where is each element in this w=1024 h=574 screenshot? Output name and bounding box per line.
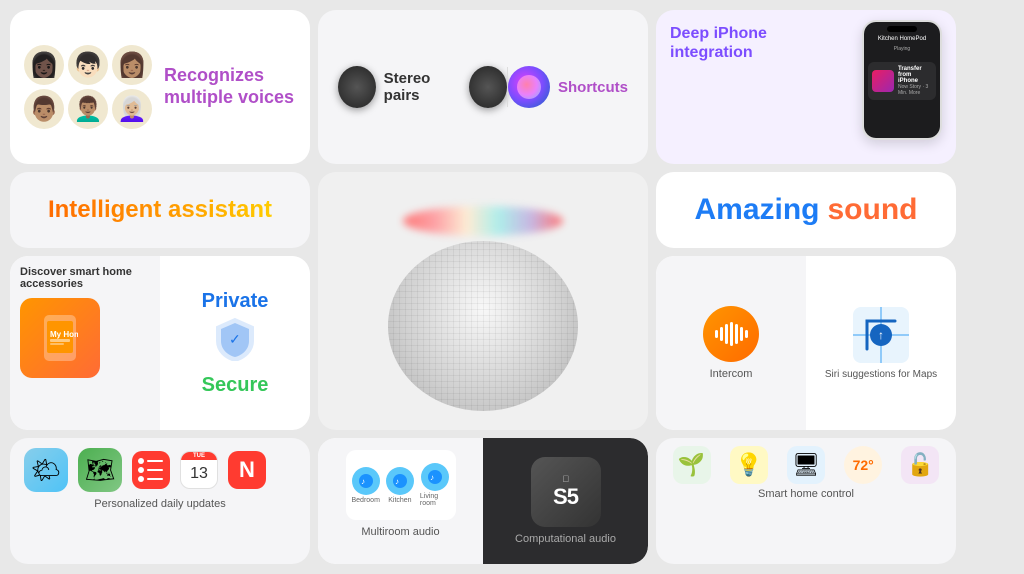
intercom-label: Intercom [710, 368, 753, 380]
smart-garden: 🌱 [673, 446, 711, 484]
private-title: Private [202, 290, 269, 313]
stereo-pairs-feature: Stereo pairs [338, 66, 507, 108]
waveform-icon [715, 322, 748, 346]
weather-icon: 🌤 [24, 448, 68, 492]
smart-home-label: Smart home control [666, 488, 946, 500]
smart-home-icons: 🌱 💡 🖥 72° 🔓 [666, 446, 946, 484]
card-top-features: Stereo pairs Shortcuts [318, 10, 648, 164]
amazing-word2: sound [828, 193, 918, 227]
card-amazing: Amazing sound [656, 172, 956, 248]
news-icon: N [228, 451, 266, 489]
svg-text:My Home: My Home [50, 330, 78, 339]
secure-label: Secure [202, 374, 269, 397]
intercom-icon [703, 306, 759, 362]
reminders-icon [132, 451, 170, 489]
s5-label: S5 [553, 484, 578, 510]
calendar-icon: TUE 13 [180, 451, 218, 489]
card-smart-home: 🌱 💡 🖥 72° 🔓 [656, 438, 956, 564]
shield-icon: ✓ [215, 317, 255, 370]
smart-lock: 🔓 [901, 446, 939, 484]
card-voices: 👩🏿 👦🏻 👩🏽 👨🏽 👨🏽‍🦱 👩🏼‍🦳 Recognizes multipl… [10, 10, 310, 164]
svg-text:♪: ♪ [361, 477, 365, 486]
stereo-pairs-label: Stereo pairs [384, 70, 462, 104]
thermostat-icon: 72° [844, 446, 882, 484]
card-multiroom-computational: ♪ Bedroom ♪ Kitchen ♪ Living room [318, 438, 648, 564]
homepod-mini-icon-1 [338, 66, 376, 108]
iphone-integration-label: Deep iPhone integration [670, 20, 790, 62]
card-intelligent: Intelligent assistant [10, 172, 310, 248]
maps-card: ↑ Siri suggestions for Maps [806, 256, 956, 430]
speaker-glow [403, 206, 563, 236]
cal-date: 13 [181, 460, 217, 488]
s5-chip:  S5 [531, 457, 601, 527]
room-bedroom: ♪ Bedroom [352, 467, 380, 504]
amazing-word1: Amazing [694, 193, 819, 227]
svg-text:♪: ♪ [430, 473, 434, 482]
multiroom-visual: ♪ Bedroom ♪ Kitchen ♪ Living room [346, 450, 456, 520]
intercom-card: Intercom [656, 256, 806, 430]
home-phone-icon: My Home [20, 298, 100, 378]
maps-arrow-icon: ↑ [870, 324, 892, 346]
card-home-private: Discover smart home accessories My Home … [10, 256, 310, 430]
smart-thermostat: 72° [844, 446, 882, 484]
private-card: Private ✓ Secure [160, 256, 310, 430]
room-living: ♪ Living room [420, 463, 450, 507]
daily-label: Personalized daily updates [24, 498, 296, 510]
svg-text:✓: ✓ [229, 331, 241, 347]
home-card-title: Discover smart home accessories [20, 266, 150, 290]
intelligent-label: Intelligent assistant [48, 196, 272, 224]
iphone-mockup: Kitchen HomePod Playing Transfer from iP… [862, 20, 942, 140]
light-icon: 💡 [730, 446, 768, 484]
avatar-4: 👨🏽 [24, 89, 64, 129]
iphone-screen: Kitchen HomePod Playing [864, 22, 940, 58]
avatar-2: 👦🏻 [68, 45, 108, 85]
shortcuts-feature: Shortcuts [508, 66, 628, 108]
avatar-3: 👩🏽 [112, 45, 152, 85]
homepod-mini-icon-2 [469, 66, 507, 108]
siri-icon [508, 66, 550, 108]
speaker-body [388, 241, 578, 411]
smart-light: 💡 [730, 446, 768, 484]
smart-tv: 🖥 [787, 446, 825, 484]
maps-label: Siri suggestions for Maps [825, 369, 937, 380]
main-grid: 👩🏿 👦🏻 👩🏽 👨🏽 👨🏽‍🦱 👩🏼‍🦳 Recognizes multipl… [0, 0, 1024, 574]
room-kitchen: ♪ Kitchen [386, 467, 414, 504]
shortcuts-label: Shortcuts [558, 79, 628, 96]
avatars-grid: 👩🏿 👦🏻 👩🏽 👨🏽 👨🏽‍🦱 👩🏼‍🦳 [24, 45, 152, 129]
daily-icons: 🌤 🗺 TUE 13 N [24, 448, 296, 492]
tv-icon: 🖥 [787, 446, 825, 484]
speaker-container [373, 191, 593, 411]
avatar-1: 👩🏿 [24, 45, 64, 85]
avatar-6: 👩🏼‍🦳 [112, 89, 152, 129]
cal-day: TUE [181, 452, 217, 460]
avatar-5: 👨🏽‍🦱 [68, 89, 108, 129]
home-card: Discover smart home accessories My Home [10, 256, 160, 430]
iphone-kitchen-label: Kitchen HomePod [868, 34, 936, 44]
multiroom-card: ♪ Bedroom ♪ Kitchen ♪ Living room [318, 438, 483, 564]
card-iphone: Deep iPhone integration Kitchen HomePod … [656, 10, 956, 164]
garden-icon: 🌱 [673, 446, 711, 484]
iphone-notch [887, 26, 917, 32]
computational-label: Computational audio [515, 533, 616, 545]
multiroom-label: Multiroom audio [361, 526, 439, 538]
lock-icon: 🔓 [901, 446, 939, 484]
card-daily: 🌤 🗺 TUE 13 N Personalized daily updates [10, 438, 310, 564]
svg-text:♪: ♪ [395, 477, 399, 486]
computational-card:  S5 Computational audio [483, 438, 648, 564]
voices-label: Recognizes multiple voices [164, 65, 296, 108]
card-intercom-maps: Intercom ↑ Siri suggestions for Maps [656, 256, 956, 430]
card-speaker [318, 172, 648, 430]
maps-icon: 🗺 [78, 448, 122, 492]
maps-grid-visual: ↑ [853, 307, 909, 363]
